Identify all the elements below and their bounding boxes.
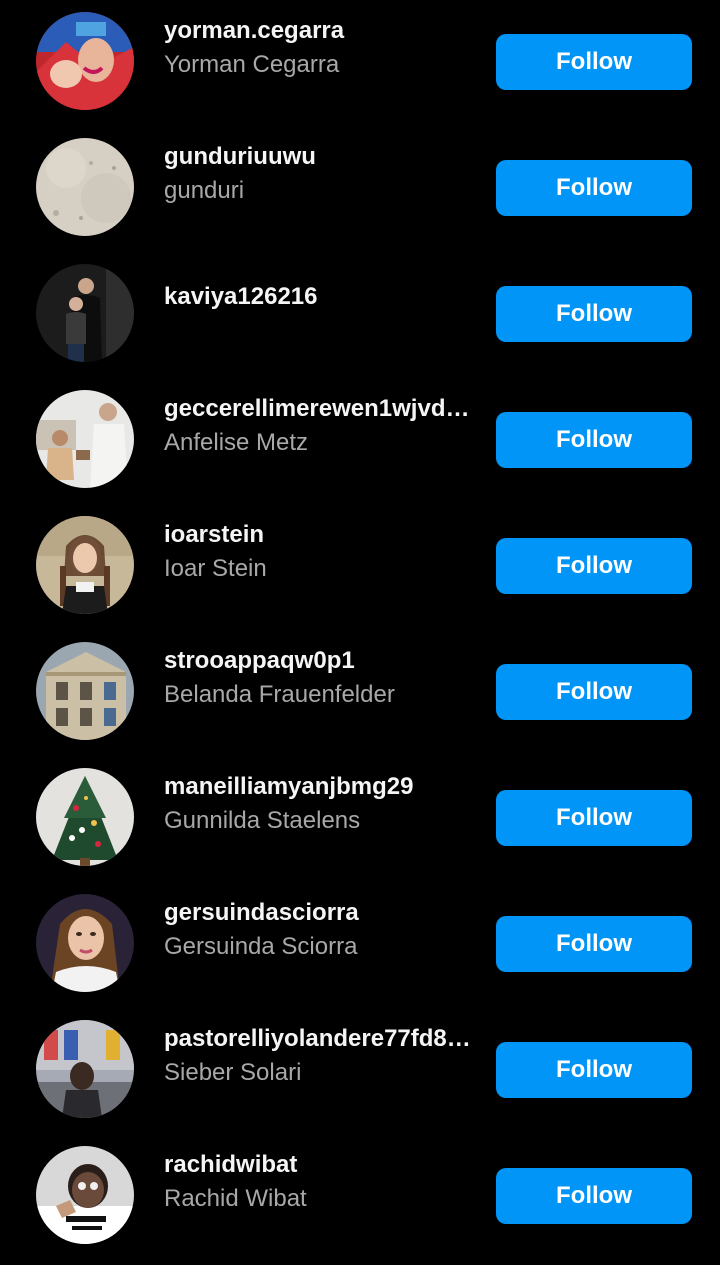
username[interactable]: gunduriuuwu — [164, 142, 476, 172]
full-name: Rachid Wibat — [164, 1185, 307, 1212]
full-name: Ioar Stein — [164, 555, 267, 582]
follow-button[interactable]: Follow — [496, 916, 692, 972]
avatar-photo — [36, 768, 134, 866]
username[interactable]: geccerellimerewen1wjvd0... — [164, 394, 476, 424]
username[interactable]: kaviya126216 — [164, 282, 476, 312]
user-row[interactable]: yorman.cegarra Yorman Cegarra Follow — [0, 0, 720, 126]
username[interactable]: gersuindasciorra — [164, 898, 476, 928]
follow-button[interactable]: Follow — [496, 412, 692, 468]
full-name: Gersuinda Sciorra — [164, 933, 358, 960]
avatar-photo — [36, 264, 134, 362]
user-names: yorman.cegarra Yorman Cegarra — [164, 16, 476, 80]
user-row[interactable]: geccerellimerewen1wjvd0... Anfelise Metz… — [0, 378, 720, 504]
user-names: strooappaqw0p1 Belanda Frauenfelder — [164, 646, 476, 710]
follow-button[interactable]: Follow — [496, 34, 692, 90]
avatar-photo — [36, 894, 134, 992]
full-name: gunduri — [164, 177, 245, 204]
avatar-photo — [36, 1020, 134, 1118]
full-name: Yorman Cegarra — [164, 51, 340, 78]
follow-button[interactable]: Follow — [496, 790, 692, 846]
user-names: gersuindasciorra Gersuinda Sciorra — [164, 898, 476, 962]
avatar-photo — [36, 1146, 134, 1244]
user-row[interactable]: maneilliamyanjbmg29 Gunnilda Staelens Fo… — [0, 756, 720, 882]
avatar[interactable] — [36, 138, 134, 236]
avatar[interactable] — [36, 642, 134, 740]
full-name: Belanda Frauenfelder — [164, 681, 395, 708]
user-row[interactable]: strooappaqw0p1 Belanda Frauenfelder Foll… — [0, 630, 720, 756]
avatar[interactable] — [36, 12, 134, 110]
avatar[interactable] — [36, 1146, 134, 1244]
user-names: pastorelliyolandere77fd8g... Sieber Sola… — [164, 1024, 476, 1088]
full-name: Anfelise Metz — [164, 429, 309, 456]
user-names: kaviya126216 — [164, 282, 476, 312]
avatar-photo — [36, 642, 134, 740]
avatar[interactable] — [36, 516, 134, 614]
user-names: maneilliamyanjbmg29 Gunnilda Staelens — [164, 772, 476, 836]
avatar-photo — [36, 138, 134, 236]
username[interactable]: strooappaqw0p1 — [164, 646, 476, 676]
avatar[interactable] — [36, 1020, 134, 1118]
user-names: gunduriuuwu gunduri — [164, 142, 476, 206]
user-names: ioarstein Ioar Stein — [164, 520, 476, 584]
avatar-photo — [36, 12, 134, 110]
avatar[interactable] — [36, 264, 134, 362]
username[interactable]: pastorelliyolandere77fd8g... — [164, 1024, 476, 1054]
user-row[interactable]: ioarstein Ioar Stein Follow — [0, 504, 720, 630]
follow-button[interactable]: Follow — [496, 160, 692, 216]
user-names: geccerellimerewen1wjvd0... Anfelise Metz — [164, 394, 476, 458]
follow-button[interactable]: Follow — [496, 286, 692, 342]
user-row[interactable]: gersuindasciorra Gersuinda Sciorra Follo… — [0, 882, 720, 1008]
suggested-users-list: yorman.cegarra Yorman Cegarra Follow gun… — [0, 0, 720, 1265]
username[interactable]: maneilliamyanjbmg29 — [164, 772, 476, 802]
avatar-photo — [36, 516, 134, 614]
username[interactable]: rachidwibat — [164, 1150, 476, 1180]
follow-button[interactable]: Follow — [496, 664, 692, 720]
user-names: rachidwibat Rachid Wibat — [164, 1150, 476, 1214]
user-row[interactable]: kaviya126216 Follow — [0, 252, 720, 378]
avatar-photo — [36, 390, 134, 488]
full-name: Gunnilda Staelens — [164, 807, 361, 834]
follow-button[interactable]: Follow — [496, 538, 692, 594]
avatar[interactable] — [36, 768, 134, 866]
full-name: Sieber Solari — [164, 1059, 302, 1086]
user-row[interactable]: pastorelliyolandere77fd8g... Sieber Sola… — [0, 1008, 720, 1134]
avatar[interactable] — [36, 390, 134, 488]
follow-button[interactable]: Follow — [496, 1168, 692, 1224]
user-row[interactable]: rachidwibat Rachid Wibat Follow — [0, 1134, 720, 1260]
user-row[interactable]: gunduriuuwu gunduri Follow — [0, 126, 720, 252]
username[interactable]: yorman.cegarra — [164, 16, 476, 46]
follow-button[interactable]: Follow — [496, 1042, 692, 1098]
username[interactable]: ioarstein — [164, 520, 476, 550]
avatar[interactable] — [36, 894, 134, 992]
